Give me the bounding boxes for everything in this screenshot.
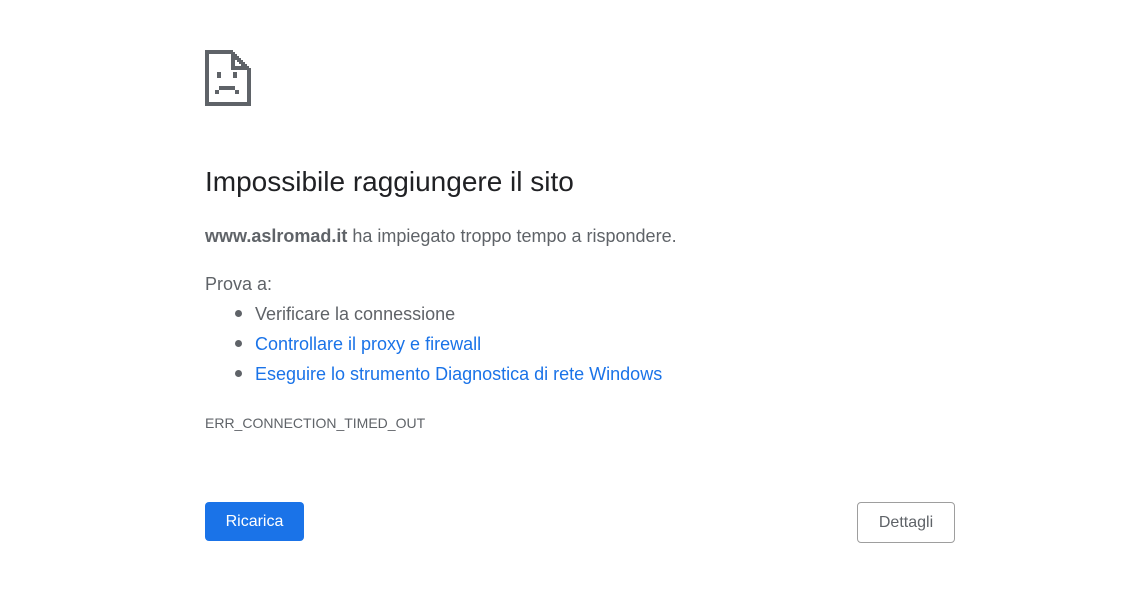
error-code: ERR_CONNECTION_TIMED_OUT <box>205 415 426 431</box>
summary-message: ha impiegato troppo tempo a rispondere. <box>347 226 677 246</box>
reload-button[interactable]: Ricarica <box>205 502 304 541</box>
suggestion-item-check-connection: Verificare la connessione <box>205 302 662 332</box>
suggestions-intro: Prova a: <box>205 274 273 294</box>
suggestion-label: Verificare la connessione <box>255 304 456 324</box>
check-proxy-link[interactable]: Controllare il proxy e firewall <box>255 334 481 354</box>
error-page: Impossibile raggiungere il sito www.aslr… <box>0 0 1147 590</box>
sad-document-icon <box>205 50 251 106</box>
suggestions-list: Verificare la connessione Controllare il… <box>205 302 662 392</box>
suggestion-item-check-proxy: Controllare il proxy e firewall <box>205 332 662 362</box>
network-diagnostics-link[interactable]: Eseguire lo strumento Diagnostica di ret… <box>255 364 662 384</box>
error-summary: www.aslromad.it ha impiegato troppo temp… <box>205 224 677 248</box>
page-title: Impossibile raggiungere il sito <box>205 166 574 197</box>
bullet-icon <box>235 310 242 317</box>
details-button[interactable]: Dettagli <box>857 502 955 543</box>
site-host: www.aslromad.it <box>205 226 348 246</box>
suggestion-item-network-diagnostics: Eseguire lo strumento Diagnostica di ret… <box>205 362 662 392</box>
bullet-icon <box>235 340 242 347</box>
bullet-icon <box>235 370 242 377</box>
